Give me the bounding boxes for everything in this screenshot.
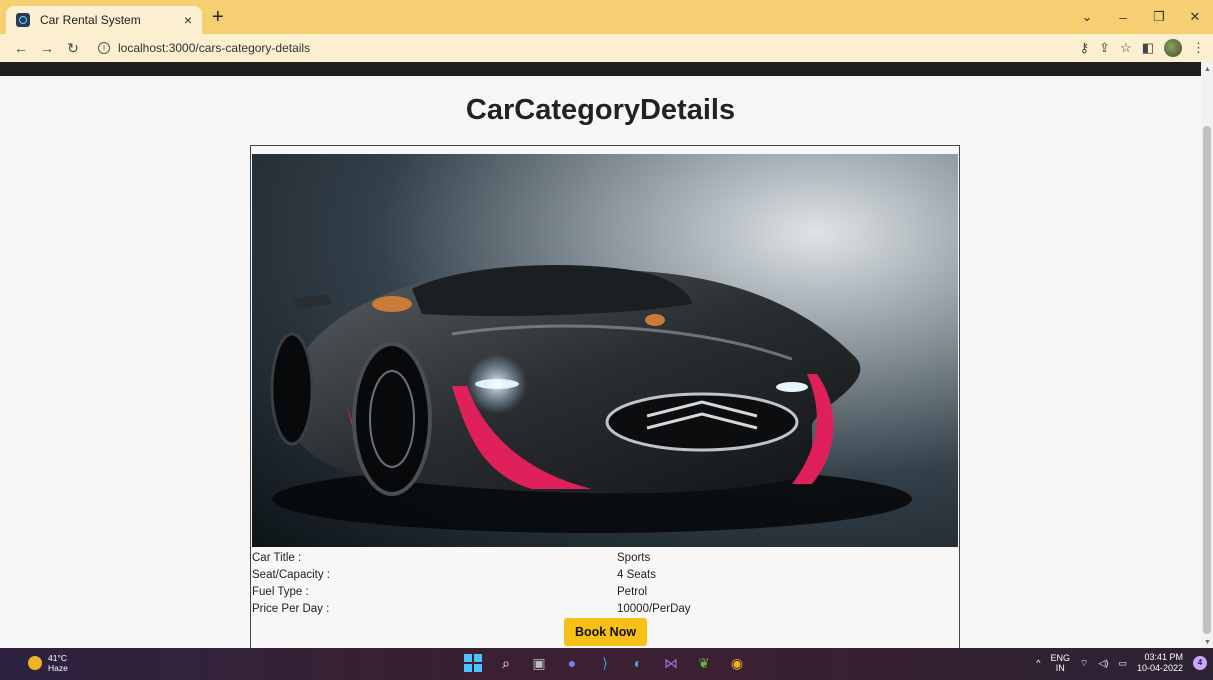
- wifi-icon[interactable]: ⌔: [1080, 658, 1088, 669]
- volume-icon[interactable]: ◁): [1099, 658, 1109, 669]
- share-icon[interactable]: ⇪: [1099, 40, 1110, 56]
- tab-title: Car Rental System: [40, 13, 141, 27]
- weather-condition: Haze: [48, 663, 68, 673]
- close-tab-icon[interactable]: ×: [184, 12, 192, 28]
- language-indicator[interactable]: ENG IN: [1051, 653, 1071, 673]
- forward-arrow-icon[interactable]: →: [34, 40, 60, 56]
- spring-tools-icon[interactable]: ❦: [693, 652, 715, 674]
- chevron-up-icon[interactable]: ^: [1036, 658, 1040, 668]
- car-details-list: Car Title : Sports Seat/Capacity : 4 Sea…: [251, 549, 959, 617]
- detail-row-title: Car Title : Sports: [251, 549, 959, 566]
- detail-label: Price Per Day :: [252, 602, 330, 615]
- windows-taskbar: 41°C Haze ⌕ ▣ ● ⟩ ◐ ⋈ ❦ ◉ ^ ENG IN ⌔ ◁) …: [0, 648, 1213, 680]
- url-text: localhost:3000/cars-category-details: [118, 41, 311, 55]
- detail-row-price: Price Per Day : 10000/PerDay: [251, 600, 959, 617]
- lang-region: IN: [1055, 663, 1065, 673]
- window-controls: ⌄ – ❐ ✕: [1069, 0, 1213, 34]
- clock[interactable]: 03:41 PM 10-04-2022: [1137, 652, 1183, 674]
- sun-icon: [28, 656, 42, 670]
- menu-dots-icon[interactable]: ⋮: [1192, 40, 1205, 56]
- vscode-icon[interactable]: ⟩: [594, 652, 616, 674]
- temperature: 41°C: [48, 653, 67, 663]
- detail-row-seats: Seat/Capacity : 4 Seats: [251, 566, 959, 583]
- car-details-card: Car Title : Sports Seat/Capacity : 4 Sea…: [250, 145, 960, 657]
- visual-studio-icon[interactable]: ⋈: [660, 652, 682, 674]
- new-tab-button[interactable]: +: [212, 6, 224, 28]
- detail-value: Sports: [617, 551, 651, 564]
- detail-value: 4 Seats: [617, 568, 656, 581]
- react-icon: [16, 13, 30, 27]
- teams-chat-icon[interactable]: ●: [561, 652, 583, 674]
- close-window-button[interactable]: ✕: [1177, 9, 1213, 25]
- profile-avatar[interactable]: [1164, 39, 1182, 57]
- chrome-icon[interactable]: ◉: [726, 652, 748, 674]
- taskbar-apps: ⌕ ▣ ● ⟩ ◐ ⋈ ❦ ◉: [462, 652, 748, 674]
- key-icon[interactable]: ⚷: [1080, 40, 1090, 56]
- back-arrow-icon[interactable]: ←: [8, 40, 34, 56]
- weather-widget[interactable]: 41°C Haze: [28, 653, 68, 673]
- page-scrollbar[interactable]: ▲ ▼: [1201, 62, 1213, 648]
- address-bar[interactable]: i localhost:3000/cars-category-details: [92, 37, 1052, 59]
- start-icon[interactable]: [462, 652, 484, 674]
- edge-icon[interactable]: ◐: [627, 652, 649, 674]
- site-info-icon[interactable]: i: [98, 42, 110, 54]
- page-viewport: CarCategoryDetails Car Title: Sports Se…: [0, 76, 1201, 657]
- scroll-down-icon[interactable]: ▼: [1204, 639, 1211, 646]
- browser-tab-bar: Car Rental System × + ⌄ – ❐ ✕: [0, 0, 1213, 34]
- detail-label: Seat/Capacity :: [252, 568, 330, 581]
- page-header-strip: [0, 62, 1201, 76]
- star-icon[interactable]: ☆: [1120, 40, 1132, 56]
- book-now-button[interactable]: Book Now: [564, 618, 647, 646]
- clock-date: 10-04-2022: [1136, 663, 1183, 673]
- clock-time: 03:41 PM: [1144, 652, 1183, 662]
- car-image: [252, 154, 958, 547]
- lang-primary: ENG: [1050, 653, 1071, 663]
- detail-value: 10000/PerDay: [617, 602, 691, 615]
- page-title: CarCategoryDetails: [465, 94, 736, 126]
- scroll-up-icon[interactable]: ▲: [1204, 66, 1211, 73]
- browser-tab[interactable]: Car Rental System ×: [6, 6, 202, 34]
- reload-icon[interactable]: ↻: [60, 40, 86, 57]
- system-tray: ^ ENG IN ⌔ ◁) ▭ 03:41 PM 10-04-2022 4: [1036, 652, 1207, 674]
- task-view-icon[interactable]: ▣: [528, 652, 550, 674]
- scroll-thumb[interactable]: [1203, 126, 1211, 634]
- browser-toolbar: ← → ↻ i localhost:3000/cars-category-det…: [0, 34, 1213, 62]
- search-icon[interactable]: ⌕: [495, 652, 517, 674]
- toolbar-actions: ⚷ ⇪ ☆ ◧ ⋮: [1080, 34, 1205, 62]
- restore-button[interactable]: ❐: [1141, 9, 1177, 25]
- minimize-button[interactable]: –: [1105, 10, 1141, 25]
- detail-row-fuel: Fuel Type : Petrol: [251, 583, 959, 600]
- detail-value: Petrol: [617, 585, 648, 598]
- detail-label: Car Title :: [252, 551, 302, 564]
- battery-icon[interactable]: ▭: [1118, 658, 1127, 669]
- side-panel-icon[interactable]: ◧: [1142, 40, 1154, 56]
- sports-car-illustration: [270, 265, 912, 533]
- tab-search-icon[interactable]: ⌄: [1069, 9, 1105, 25]
- notification-badge[interactable]: 4: [1193, 656, 1207, 670]
- detail-label: Fuel Type :: [252, 585, 309, 598]
